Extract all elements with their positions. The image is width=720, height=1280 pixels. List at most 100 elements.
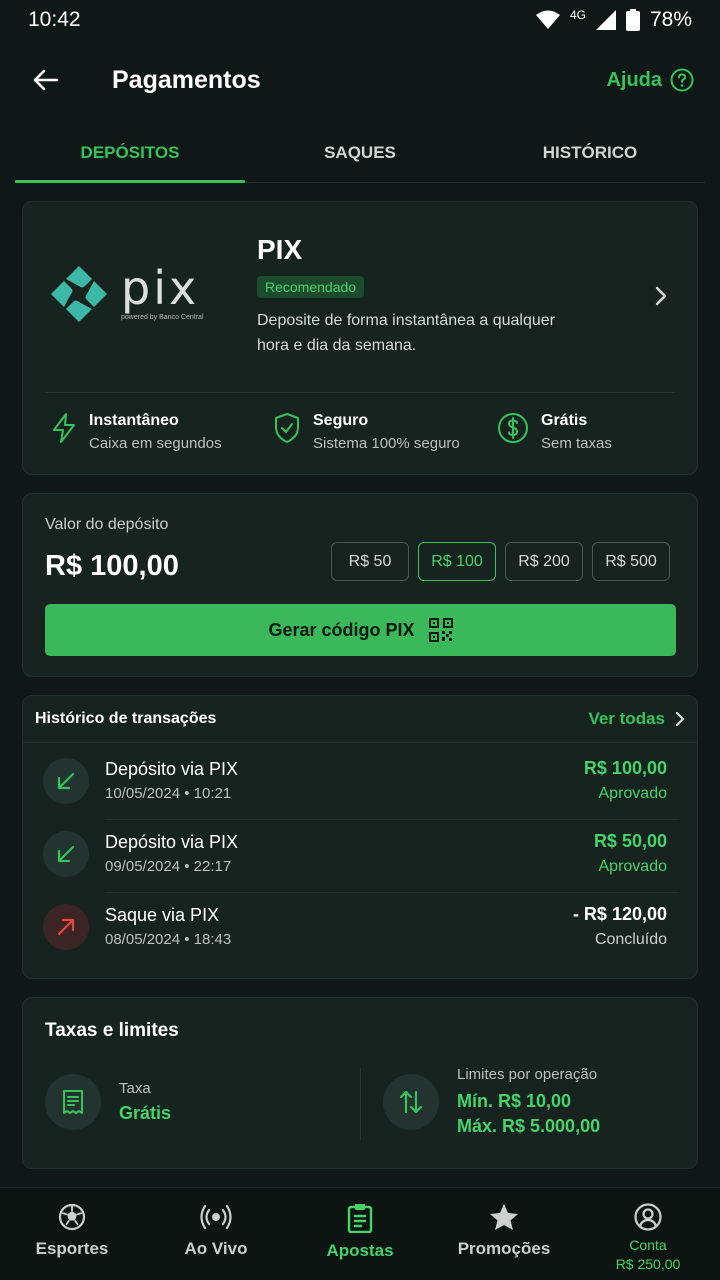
nav-label: Ao Vivo bbox=[184, 1239, 248, 1258]
limits-section: Limites por operação Mín. R$ 10,00 Máx. … bbox=[383, 1066, 600, 1137]
see-all-link[interactable]: Ver todas bbox=[588, 709, 685, 729]
limits-label: Limites por operação bbox=[457, 1066, 598, 1083]
tab-depositos[interactable]: DEPÓSITOS bbox=[15, 124, 245, 183]
status-icons: 4G 78% bbox=[535, 8, 692, 32]
limit-min: Mín. R$ 10,00 bbox=[457, 1091, 572, 1111]
tab-historico[interactable]: HISTÓRICO bbox=[475, 124, 705, 182]
amount-chips: R$ 50 R$ 100 R$ 200 R$ 500 bbox=[331, 542, 670, 581]
account-balance: R$ 250,00 bbox=[615, 1256, 681, 1272]
nav-ao-vivo[interactable]: Ao Vivo bbox=[144, 1188, 288, 1280]
pix-features: Instantâneo Caixa em segundos Seguro Sis… bbox=[23, 412, 697, 452]
feature-title: Seguro bbox=[313, 412, 369, 429]
fees-title: Taxas e limites bbox=[45, 1020, 179, 1041]
nav-label: Conta bbox=[629, 1237, 667, 1253]
nav-apostas[interactable]: Apostas bbox=[288, 1188, 432, 1280]
shield-icon bbox=[275, 413, 299, 443]
star-icon bbox=[490, 1204, 518, 1230]
transaction-amount: R$ 50,00 bbox=[593, 831, 667, 851]
transaction-date: 08/05/2024 • 18:43 bbox=[105, 931, 232, 948]
pix-method-card[interactable]: pix powered by Banco Central PIX Recomen… bbox=[22, 201, 698, 475]
pix-chevron[interactable] bbox=[655, 286, 667, 311]
limit-max: Máx. R$ 5.000,00 bbox=[457, 1116, 601, 1136]
feature-title: Instantâneo bbox=[89, 412, 179, 429]
feature-subtitle: Sem taxas bbox=[541, 435, 612, 452]
transaction-amount: R$ 100,00 bbox=[583, 758, 667, 778]
withdraw-arrow-icon bbox=[43, 903, 89, 950]
chevron-right-icon bbox=[675, 711, 685, 727]
generate-pix-button[interactable]: Gerar código PIX bbox=[45, 604, 676, 656]
battery-icon bbox=[625, 9, 640, 31]
pix-logo: pix powered by Banco Central bbox=[49, 264, 204, 324]
status-bar: 10:42 4G 78% bbox=[0, 0, 720, 40]
qr-code-icon bbox=[428, 618, 453, 642]
recommended-badge: Recomendado bbox=[257, 276, 365, 298]
nav-label: Esportes bbox=[35, 1239, 109, 1258]
nav-label: Apostas bbox=[326, 1241, 394, 1260]
nav-promocoes[interactable]: Promoções bbox=[432, 1188, 576, 1280]
help-button[interactable]: Ajuda bbox=[606, 68, 694, 92]
transaction-history-card: Histórico de transações Ver todas Depósi… bbox=[22, 695, 698, 979]
generate-pix-label: Gerar código PIX bbox=[268, 619, 415, 640]
payment-tabs: DEPÓSITOS SAQUES HISTÓRICO bbox=[15, 124, 705, 183]
swap-arrows-icon bbox=[383, 1073, 439, 1130]
live-broadcast-icon bbox=[200, 1204, 232, 1230]
history-title: Histórico de transações bbox=[35, 710, 217, 727]
transaction-row[interactable]: Depósito via PIX 09/05/2024 • 22:17 R$ 5… bbox=[23, 817, 697, 890]
transaction-row[interactable]: Depósito via PIX 10/05/2024 • 10:21 R$ 1… bbox=[23, 744, 697, 817]
transaction-date: 09/05/2024 • 22:17 bbox=[105, 858, 232, 875]
amount-chip-200[interactable]: R$ 200 bbox=[505, 542, 583, 581]
amount-chip-50[interactable]: R$ 50 bbox=[331, 542, 409, 581]
lightning-icon bbox=[53, 413, 75, 443]
transaction-row[interactable]: Saque via PIX 08/05/2024 • 18:43 - R$ 12… bbox=[23, 890, 697, 963]
pix-info: PIX Recomendado Deposite de forma instan… bbox=[257, 234, 557, 358]
nav-esportes[interactable]: Esportes bbox=[0, 1188, 144, 1280]
feature-gratis: Grátis Sem taxas bbox=[497, 412, 612, 452]
see-all-label: Ver todas bbox=[588, 709, 665, 728]
app-bar: Pagamentos Ajuda bbox=[0, 48, 720, 112]
fee-section: Taxa Grátis bbox=[45, 1074, 171, 1130]
deposit-arrow-icon bbox=[43, 830, 89, 877]
deposit-arrow-icon bbox=[43, 757, 89, 804]
transaction-name: Saque via PIX bbox=[105, 905, 220, 925]
amount-chip-500[interactable]: R$ 500 bbox=[592, 542, 670, 581]
feature-title: Grátis bbox=[541, 412, 588, 429]
page-title: Pagamentos bbox=[112, 65, 261, 94]
wifi-icon bbox=[535, 10, 560, 29]
deposit-value: R$ 100,00 bbox=[45, 550, 179, 582]
tab-saques[interactable]: SAQUES bbox=[245, 124, 475, 182]
deposit-card: Valor do depósito R$ 100,00 R$ 50 R$ 100… bbox=[22, 493, 698, 677]
feature-subtitle: Caixa em segundos bbox=[89, 435, 222, 452]
deposit-label: Valor do depósito bbox=[45, 516, 169, 533]
pix-diamond-icon bbox=[51, 266, 107, 322]
arrow-left-icon bbox=[33, 69, 59, 91]
pix-divider bbox=[45, 392, 675, 393]
feature-subtitle: Sistema 100% seguro bbox=[313, 435, 460, 452]
network-type: 4G bbox=[569, 8, 586, 22]
feature-instantaneo: Instantâneo Caixa em segundos bbox=[51, 412, 273, 452]
help-label: Ajuda bbox=[606, 68, 662, 91]
bottom-navigation: Esportes Ao Vivo Apostas Promoções Conta… bbox=[0, 1187, 720, 1280]
transaction-date: 10/05/2024 • 10:21 bbox=[105, 785, 232, 802]
fee-value: Grátis bbox=[119, 1103, 172, 1123]
battery-level: 78% bbox=[649, 8, 692, 31]
question-circle-icon bbox=[670, 68, 694, 92]
receipt-icon bbox=[45, 1074, 101, 1130]
pix-title: PIX bbox=[257, 234, 303, 265]
transaction-name: Depósito via PIX bbox=[105, 759, 239, 779]
transaction-amount: - R$ 120,00 bbox=[572, 904, 667, 924]
pix-logo-subtext: powered by Banco Central bbox=[121, 314, 204, 321]
transaction-name: Depósito via PIX bbox=[105, 832, 239, 852]
dollar-circle-icon bbox=[498, 413, 528, 443]
transaction-status: Aprovado bbox=[598, 858, 668, 875]
pix-logo-text: pix bbox=[121, 261, 200, 315]
transaction-status: Concluído bbox=[594, 931, 667, 948]
feature-seguro: Seguro Sistema 100% seguro bbox=[273, 412, 497, 452]
clipboard-icon bbox=[347, 1204, 373, 1233]
amount-chip-100[interactable]: R$ 100 bbox=[418, 542, 496, 581]
nav-conta[interactable]: Conta R$ 250,00 bbox=[576, 1188, 720, 1280]
user-circle-icon bbox=[634, 1203, 662, 1231]
soccer-ball-icon bbox=[58, 1203, 86, 1231]
back-button[interactable] bbox=[22, 56, 70, 104]
status-time: 10:42 bbox=[28, 8, 81, 31]
fees-divider bbox=[360, 1068, 361, 1140]
